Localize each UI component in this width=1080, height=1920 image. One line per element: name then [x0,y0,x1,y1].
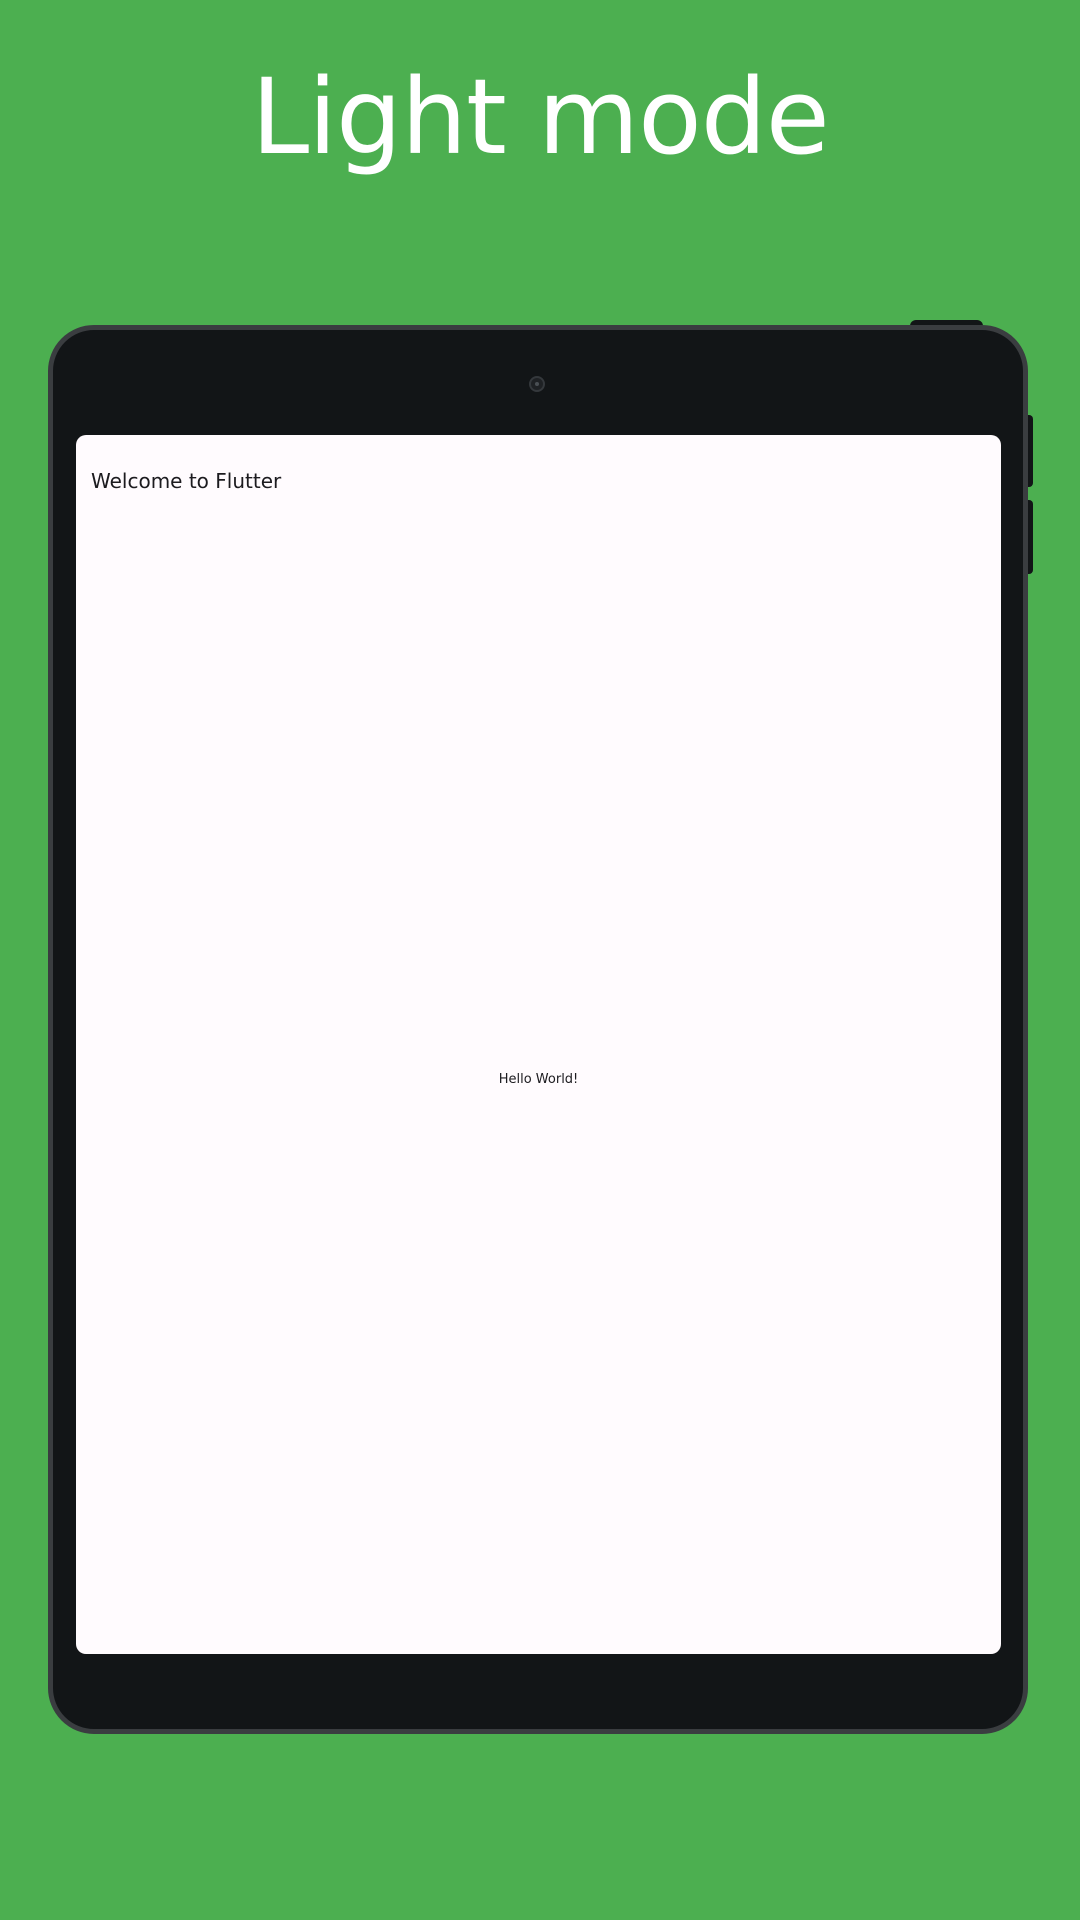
app-screen: Welcome to Flutter Hello World! [76,435,1001,1654]
camera-icon [529,376,545,392]
app-bar-title: Welcome to Flutter [91,469,282,493]
hello-world-text: Hello World! [498,1072,579,1087]
app-bar: Welcome to Flutter [76,435,1001,531]
headline-title: Light mode [251,56,830,178]
